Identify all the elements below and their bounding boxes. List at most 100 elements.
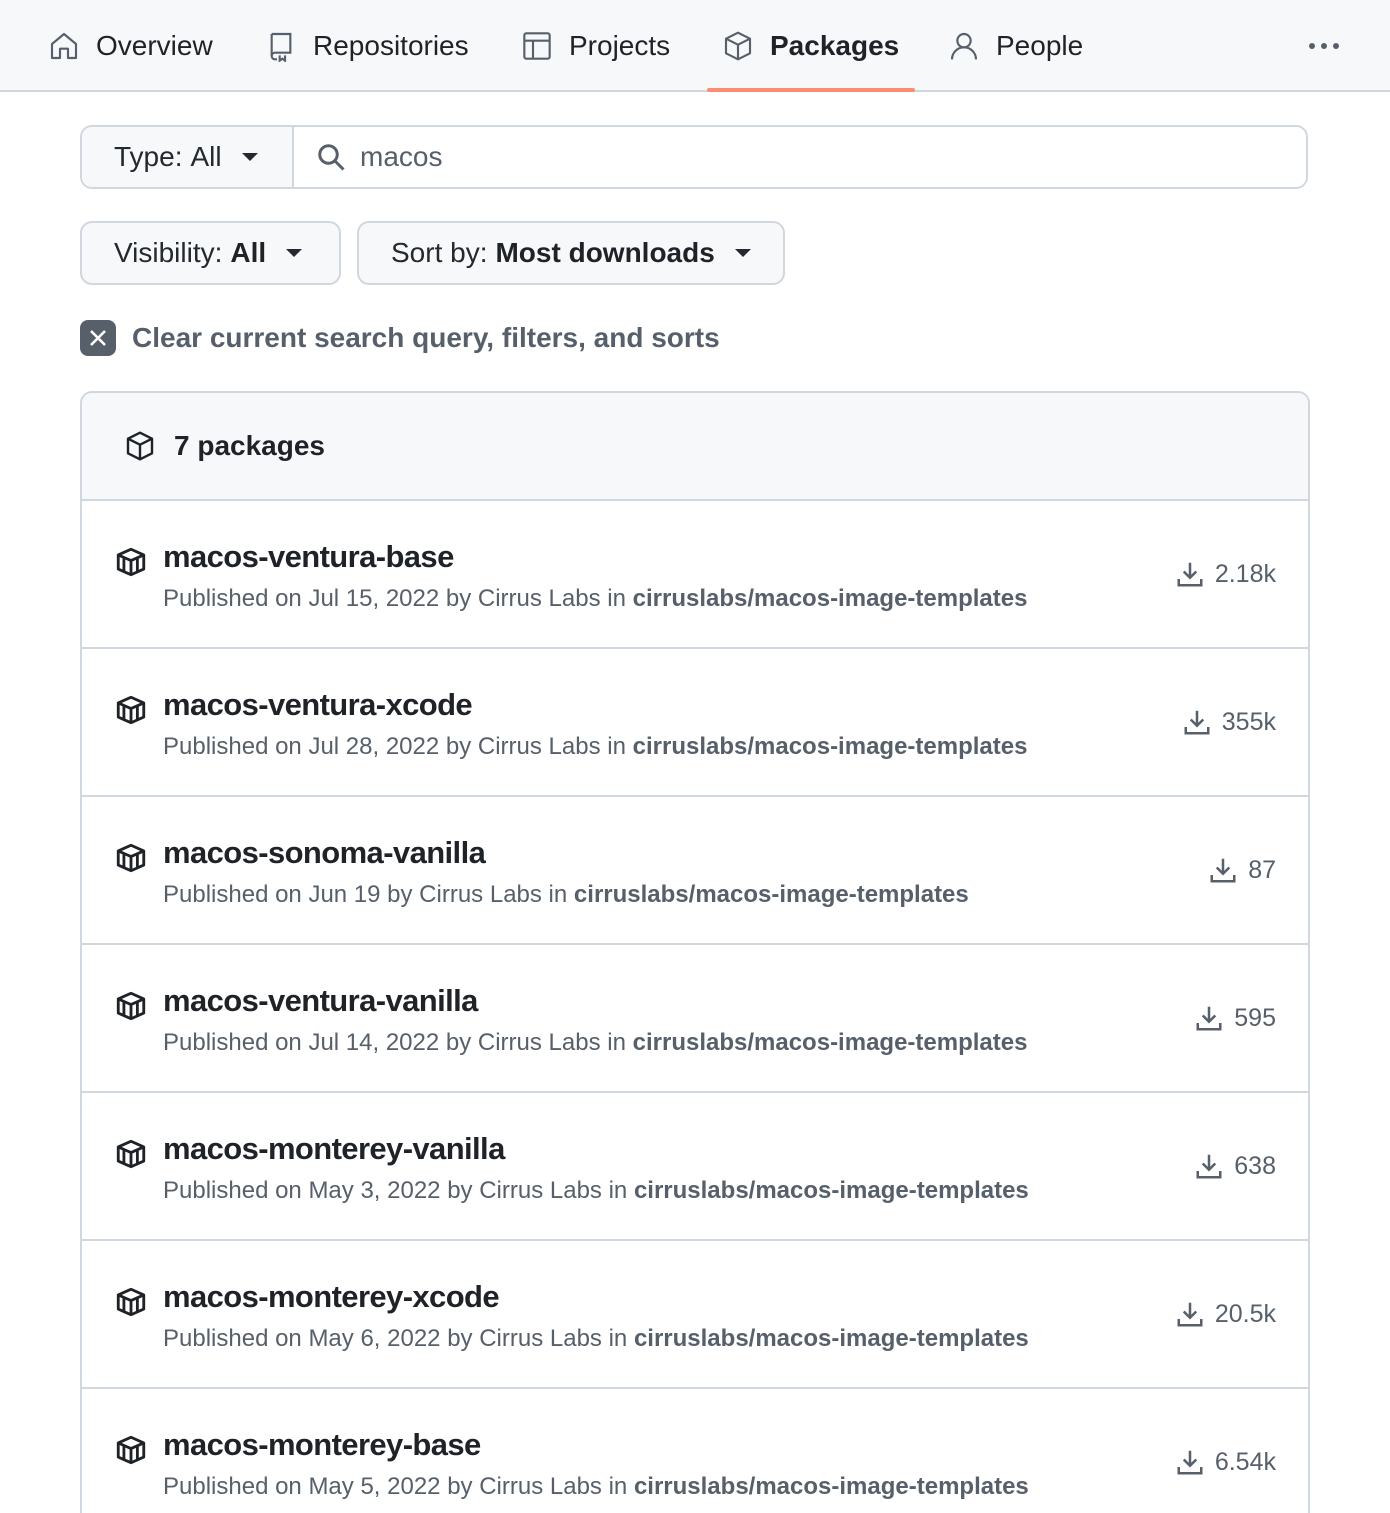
visibility-filter-prefix: Visibility: [114, 237, 223, 268]
package-downloads: 20.5k [1175, 1299, 1276, 1329]
package-name-link[interactable]: macos-monterey-base [163, 1427, 481, 1463]
package-icon [126, 431, 154, 461]
package-icon [724, 31, 752, 61]
packages-list: 7 packages macos-ventura-base Published … [80, 391, 1310, 1513]
package-meta: Published on Jul 28, 2022 by Cirrus Labs… [163, 733, 1027, 761]
package-name-link[interactable]: macos-monterey-xcode [163, 1279, 500, 1315]
container-package-icon [114, 841, 148, 875]
package-name-link[interactable]: macos-ventura-xcode [163, 687, 473, 723]
package-published-text: Published on May 5, 2022 by Cirrus Labs … [163, 1473, 628, 1500]
sort-prefix: Sort by: [391, 237, 488, 268]
sort-dropdown[interactable]: Sort by: Most downloads [357, 221, 785, 285]
download-icon [1177, 1450, 1203, 1475]
package-download-count: 638 [1234, 1151, 1276, 1180]
visibility-filter-value: All [230, 237, 267, 268]
nav-tab-label: Projects [569, 30, 671, 61]
nav-tab-label: People [996, 30, 1084, 61]
search-input[interactable] [360, 141, 1260, 173]
caret-down-icon [241, 153, 258, 161]
package-published-text: Published on Jul 28, 2022 by Cirrus Labs… [163, 733, 626, 760]
container-package-icon [114, 989, 148, 1023]
package-repo-link[interactable]: cirruslabs/macos-image-templates [634, 1177, 1029, 1204]
container-package-icon [114, 1137, 148, 1171]
download-icon [1196, 1006, 1222, 1031]
package-download-count: 595 [1234, 1003, 1276, 1032]
person-icon [950, 32, 978, 60]
home-icon [50, 32, 78, 60]
package-search-bar: Type: All [80, 125, 1308, 189]
kebab-horizontal-icon[interactable] [1298, 24, 1350, 68]
package-downloads: 6.54k [1175, 1447, 1276, 1477]
package-row: macos-monterey-vanilla Published on May … [82, 1093, 1308, 1241]
nav-tab-packages[interactable]: Packages [722, 0, 899, 92]
package-repo-link[interactable]: cirruslabs/macos-image-templates [633, 585, 1028, 612]
repo-icon [270, 32, 292, 62]
package-downloads: 595 [1194, 1003, 1276, 1033]
package-published-text: Published on May 3, 2022 by Cirrus Labs … [163, 1177, 628, 1204]
download-icon [1210, 858, 1236, 883]
nav-tab-repositories[interactable]: Repositories [265, 0, 469, 92]
nav-tab-label: Repositories [313, 30, 469, 61]
nav-tab-projects[interactable]: Projects [521, 0, 670, 92]
package-row: macos-monterey-xcode Published on May 6,… [82, 1241, 1308, 1389]
visibility-filter-dropdown[interactable]: Visibility: All [80, 221, 341, 285]
package-row: macos-sonoma-vanilla Published on Jun 19… [82, 797, 1308, 945]
package-downloads: 355k [1182, 707, 1276, 737]
package-name-link[interactable]: macos-ventura-base [163, 539, 454, 575]
clear-filters-link[interactable]: Clear current search query, filters, and… [80, 318, 720, 358]
nav-tab-people[interactable]: People [948, 0, 1083, 92]
search-icon [318, 144, 345, 171]
package-downloads: 2.18k [1175, 559, 1276, 589]
package-published-text: Published on Jun 19 by Cirrus Labs in [163, 881, 568, 908]
nav-tab-label: Overview [96, 30, 213, 61]
close-icon [80, 320, 116, 356]
package-name-link[interactable]: macos-sonoma-vanilla [163, 835, 486, 871]
container-package-icon [114, 1433, 148, 1467]
download-icon [1196, 1154, 1222, 1179]
package-row: macos-ventura-xcode Published on Jul 28,… [82, 649, 1308, 797]
download-icon [1177, 1302, 1203, 1327]
package-download-count: 87 [1248, 855, 1276, 884]
org-nav-bar: Overview Repositories Projects Packages … [0, 0, 1390, 92]
package-repo-link[interactable]: cirruslabs/macos-image-templates [633, 733, 1028, 760]
package-name-link[interactable]: macos-ventura-vanilla [163, 983, 478, 1019]
package-download-count: 2.18k [1214, 559, 1276, 588]
package-row: macos-ventura-base Published on Jul 15, … [82, 501, 1308, 649]
package-meta: Published on Jun 19 by Cirrus Labs in ci… [163, 881, 969, 909]
package-repo-link[interactable]: cirruslabs/macos-image-templates [574, 881, 969, 908]
type-filter-value: All [190, 141, 222, 172]
nav-tab-label: Packages [770, 30, 900, 61]
package-meta: Published on May 5, 2022 by Cirrus Labs … [163, 1473, 1029, 1501]
packages-count: 7 packages [174, 430, 325, 461]
clear-filters-label: Clear current search query, filters, and… [132, 322, 720, 353]
package-repo-link[interactable]: cirruslabs/macos-image-templates [633, 1029, 1028, 1056]
table-icon [523, 32, 551, 60]
search-box [294, 127, 1306, 187]
package-repo-link[interactable]: cirruslabs/macos-image-templates [634, 1473, 1029, 1500]
package-published-text: Published on May 6, 2022 by Cirrus Labs … [163, 1325, 628, 1352]
package-meta: Published on May 3, 2022 by Cirrus Labs … [163, 1177, 1029, 1205]
package-row: macos-ventura-vanilla Published on Jul 1… [82, 945, 1308, 1093]
sort-value: Most downloads [495, 237, 715, 268]
caret-down-icon [734, 249, 751, 257]
package-download-count: 355k [1221, 707, 1276, 736]
package-row: macos-monterey-base Published on May 5, … [82, 1389, 1308, 1513]
type-filter-prefix: Type: [114, 141, 183, 172]
package-download-count: 20.5k [1214, 1299, 1276, 1328]
package-published-text: Published on Jul 15, 2022 by Cirrus Labs… [163, 585, 626, 612]
package-published-text: Published on Jul 14, 2022 by Cirrus Labs… [163, 1029, 626, 1056]
caret-down-icon [286, 249, 303, 257]
package-name-link[interactable]: macos-monterey-vanilla [163, 1131, 505, 1167]
download-icon [1177, 562, 1203, 587]
container-package-icon [114, 693, 148, 727]
active-tab-underline [707, 88, 915, 92]
package-download-count: 6.54k [1214, 1447, 1276, 1476]
type-filter-dropdown[interactable]: Type: All [82, 127, 294, 187]
package-repo-link[interactable]: cirruslabs/macos-image-templates [634, 1325, 1029, 1352]
container-package-icon [114, 545, 148, 579]
package-downloads: 87 [1208, 855, 1276, 885]
packages-list-header: 7 packages [82, 393, 1308, 501]
nav-tab-overview[interactable]: Overview [48, 0, 213, 92]
package-meta: Published on Jul 14, 2022 by Cirrus Labs… [163, 1029, 1027, 1057]
package-meta: Published on May 6, 2022 by Cirrus Labs … [163, 1325, 1029, 1353]
